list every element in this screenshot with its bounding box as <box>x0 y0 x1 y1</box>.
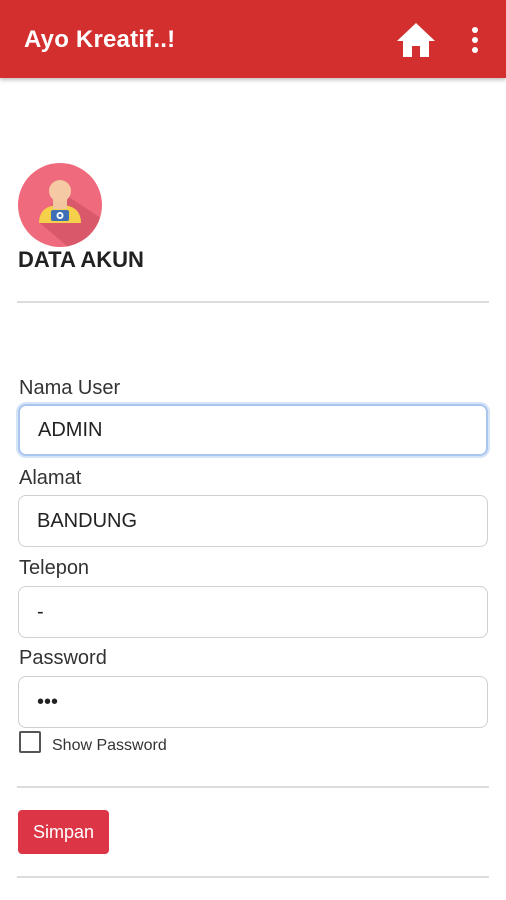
show-password-label: Show Password <box>52 737 167 754</box>
show-password-checkbox[interactable] <box>19 731 41 753</box>
alamat-input[interactable] <box>18 495 488 547</box>
nama-user-label: Nama User <box>19 377 121 399</box>
app-bar: Ayo Kreatif..! <box>0 0 506 78</box>
top-divider <box>17 301 489 303</box>
alamat-label: Alamat <box>19 467 82 489</box>
middle-divider <box>17 786 489 788</box>
save-button[interactable]: Simpan <box>18 810 109 854</box>
overflow-menu-button[interactable] <box>462 24 488 56</box>
home-icon <box>397 23 435 57</box>
password-label: Password <box>19 647 107 669</box>
section-title: DATA AKUN <box>18 247 144 272</box>
telepon-input[interactable] <box>18 586 488 638</box>
app-title: Ayo Kreatif..! <box>24 26 176 53</box>
nama-user-input[interactable] <box>18 404 488 456</box>
password-input[interactable] <box>18 676 488 728</box>
more-vert-icon <box>472 27 478 53</box>
user-avatar-icon <box>18 163 102 247</box>
bottom-divider <box>17 876 489 878</box>
telepon-label: Telepon <box>19 557 90 579</box>
home-button[interactable] <box>394 20 438 60</box>
